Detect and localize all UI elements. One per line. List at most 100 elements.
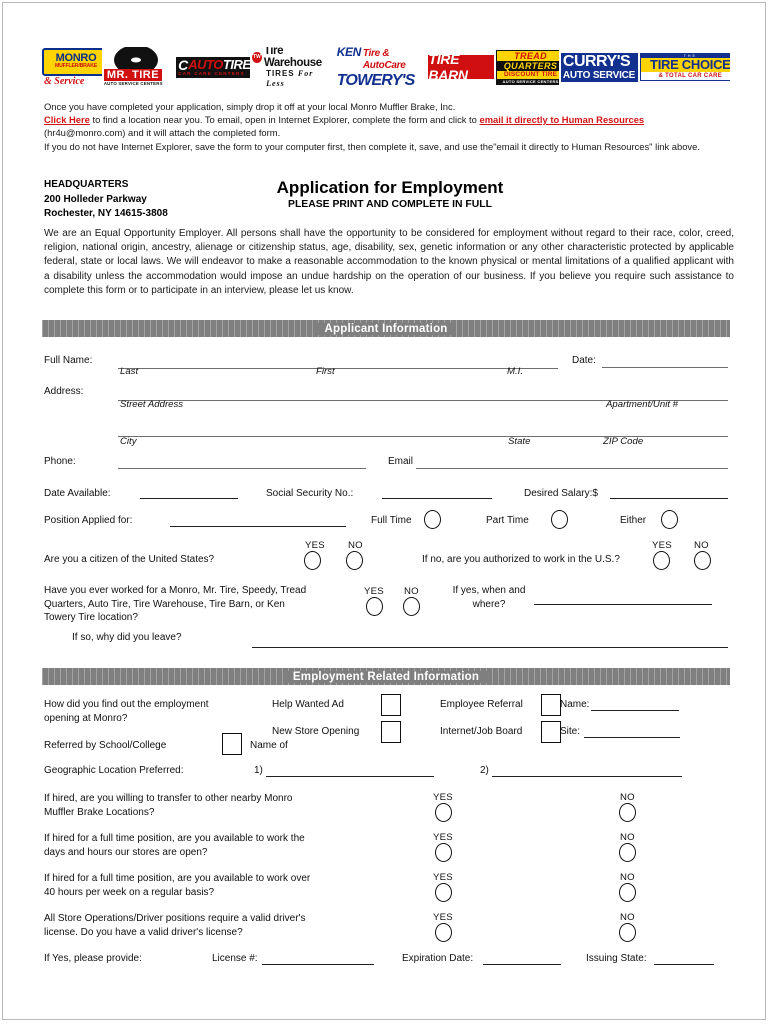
internet-job-board-checkbox[interactable] [541,721,561,743]
authorized-no-radio[interactable] [694,551,711,570]
overtime-no-label: NO [620,872,635,883]
email-hr-link[interactable]: email it directly to Human Resources [479,114,644,125]
position-applied-input[interactable] [170,526,346,527]
authorized-question-label: If no, are you authorized to work in the… [422,554,620,565]
part-time-label: Part Time [486,515,529,526]
referred-by-school-label: Referred by School/College [44,740,167,751]
desired-salary-label: Desired Salary:$ [524,488,598,499]
date-label: Date: [572,355,596,366]
part-time-radio[interactable] [551,510,568,529]
full-name-input[interactable] [118,368,558,369]
tire-warehouse-logo-line1: Tire Warehouse [263,47,322,69]
either-label: Either [620,515,647,526]
headquarters-street: 200 Holleder Parkway [44,193,147,205]
currys-logo-line2: AUTO SERVICE [562,69,636,81]
drivers-license-no-radio[interactable] [619,923,636,942]
authorized-yes-radio[interactable] [653,551,670,570]
tread-quarters-logo-line2: QUARTERS [503,60,558,71]
why-leave-input[interactable] [252,647,728,648]
if-yes-provide-label: If Yes, please provide: [44,953,142,964]
geographic-option-1-input[interactable] [266,776,434,777]
autotire-logo-row: C AUTO TIRE [178,56,251,72]
headquarters-label: HEADQUARTERS [44,179,129,190]
page-subtitle: PLEASE PRINT AND COMPLETE IN FULL [288,199,492,210]
tire-warehouse-badge-icon: TW [252,51,262,63]
worked-before-yes-radio[interactable] [366,597,383,616]
intro-line-2: Click Here to find a location near you. … [44,113,734,126]
page-title: Application for Employment [276,178,504,197]
page-title-block: Application for Employment PLEASE PRINT … [245,178,535,211]
employee-referral-checkbox[interactable] [541,694,561,716]
click-here-link[interactable]: Click Here [44,114,90,125]
ken-towery-logo-line3: TOWERY'S [336,71,416,88]
internet-job-board-label: Internet/Job Board [440,726,523,737]
name-of-label: Name of [250,740,288,751]
worked-before-no-radio[interactable] [403,597,420,616]
referral-name-input[interactable] [591,710,679,711]
transfer-yes-label: YES [433,792,453,803]
employee-referral-label: Employee Referral [440,699,523,710]
overtime-no-radio[interactable] [619,883,636,902]
transfer-no-label: NO [620,792,635,803]
hours-no-radio[interactable] [619,843,636,862]
date-input[interactable] [602,367,728,368]
tire-warehouse-logo-line2: TIRES For Less [266,69,335,87]
help-wanted-ad-checkbox[interactable] [381,694,401,716]
phone-input[interactable] [118,468,366,469]
transfer-no-radio[interactable] [619,803,636,822]
geographic-option-2-input[interactable] [492,776,682,777]
when-where-input[interactable] [534,604,712,605]
license-number-input[interactable] [262,964,374,965]
authorized-yes-label: YES [652,540,672,551]
tire-warehouse-tires-text: TIRES [266,69,295,78]
tire-choice-logo: THE TIRE CHOICE & TOTAL CAR CARE [640,47,731,87]
desired-salary-input[interactable] [610,498,728,499]
referred-by-school-checkbox[interactable] [222,733,242,755]
transfer-yes-radio[interactable] [435,803,452,822]
ken-towery-logo-line2: Tire & AutoCare [362,47,406,71]
middle-initial-sublabel: M.I. [507,366,523,377]
citizen-yes-radio[interactable] [304,551,321,570]
overtime-question-label: If hired for a full time position, are y… [44,873,311,898]
last-name-sublabel: Last [120,366,139,377]
geographic-option-2-label: 2) [480,765,489,776]
worked-before-yes-label: YES [364,586,384,597]
ssn-input[interactable] [382,498,492,499]
date-available-input[interactable] [140,498,238,499]
currys-logo: CURRY'S AUTO SERVICE [560,47,639,87]
new-store-opening-checkbox[interactable] [381,721,401,743]
citizen-question-label: Are you a citizen of the United States? [44,554,215,565]
full-time-label: Full Time [371,515,412,526]
issuing-state-input[interactable] [654,964,714,965]
overtime-yes-radio[interactable] [435,883,452,902]
full-time-radio[interactable] [424,510,441,529]
license-number-label: License #: [212,953,258,964]
intro-line-3: (hr4u@monro.com) and it will attach the … [44,127,281,139]
autotire-logo-line3: TIRE [222,56,251,72]
citizen-no-radio[interactable] [346,551,363,570]
currys-logo-line1: CURRY'S [562,52,631,70]
tread-quarters-logo-line1: TREAD [496,50,559,61]
ken-towery-logo-line1: KEN [336,47,362,59]
drivers-license-yes-radio[interactable] [435,923,452,942]
hours-yes-radio[interactable] [435,843,452,862]
tread-quarters-logo-line3: DISCOUNT TIRE [496,70,559,79]
hours-question-label: If hired for a full time position, are y… [44,833,305,858]
email-input[interactable] [416,468,728,469]
either-radio[interactable] [661,510,678,529]
employment-information-section-header: Employment Related Information [42,668,730,685]
expiration-date-input[interactable] [483,964,561,965]
worked-before-question-label: Have you ever worked for a Monro, Mr. Ti… [44,585,307,623]
job-board-site-input[interactable] [584,737,680,738]
autotire-logo-box: C AUTO TIRE CAR CARE CENTERS [176,56,251,78]
ssn-label: Social Security No.: [266,488,354,499]
employment-information-heading: Employment Related Information [284,670,488,683]
tire-choice-logo-line2: & TOTAL CAR CARE [641,72,731,80]
applicant-information-section-header: Applicant Information [42,320,730,337]
state-sublabel: State [508,436,531,447]
applicant-information-heading: Applicant Information [316,322,456,335]
geographic-location-label: Geographic Location Preferred: [44,765,184,776]
if-yes-when-where-label: If yes, when and where? [452,585,526,610]
tire-barn-logo-box: TIRE BARN [428,51,494,83]
autotire-logo: C AUTO TIRE CAR CARE CENTERS [176,47,251,87]
